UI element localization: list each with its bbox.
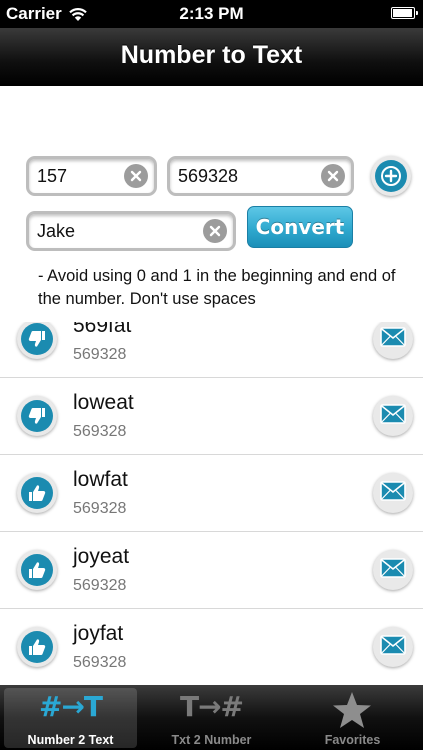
status-bar: Carrier 2:13 PM	[0, 0, 423, 28]
clear-prefix-button[interactable]	[124, 164, 148, 188]
result-word: joyeat	[73, 545, 130, 568]
clear-icon	[130, 170, 142, 182]
email-button[interactable]	[373, 396, 413, 436]
result-row[interactable]: joyfat 569328	[0, 610, 423, 685]
email-button[interactable]	[373, 550, 413, 590]
result-number: 569328	[73, 500, 127, 517]
result-number: 569328	[73, 346, 127, 363]
email-button[interactable]	[373, 627, 413, 667]
star-icon	[333, 692, 371, 728]
clear-icon	[327, 170, 339, 182]
page-title: Number to Text	[120, 41, 303, 69]
result-word: joyfat	[73, 622, 124, 645]
status-time: 2:13 PM	[179, 4, 244, 23]
result-row[interactable]: lowfat 569328	[0, 456, 423, 532]
like-button[interactable]	[17, 627, 57, 667]
tab-text-to-number[interactable]: T→# Txt 2 Number	[141, 685, 282, 750]
result-row[interactable]: joyeat 569328	[0, 533, 423, 609]
number-to-text-icon: #→T	[38, 690, 103, 723]
thumbs-up-icon	[21, 477, 53, 509]
tab-number-to-text[interactable]: #→T Number 2 Text	[0, 685, 141, 750]
prefix-input[interactable]	[37, 159, 118, 193]
number-input[interactable]	[178, 159, 315, 193]
battery-icon	[391, 7, 418, 19]
result-word: lowfat	[73, 468, 128, 491]
add-button[interactable]	[371, 156, 411, 196]
tab-label: Favorites	[324, 733, 381, 747]
mail-icon	[380, 634, 406, 660]
mail-icon	[380, 403, 406, 429]
plus-circle-icon	[375, 160, 407, 192]
convert-button[interactable]: Convert	[247, 206, 353, 248]
like-button[interactable]	[17, 473, 57, 513]
thumbs-down-icon	[21, 400, 53, 432]
email-button[interactable]	[373, 473, 413, 513]
result-row[interactable]: 569fat 569328	[0, 322, 423, 378]
prefix-field[interactable]	[26, 156, 157, 196]
email-button[interactable]	[373, 322, 413, 359]
mail-icon	[380, 326, 406, 352]
result-word: loweat	[73, 391, 134, 414]
clear-icon	[209, 225, 221, 237]
hint-text: - Avoid using 0 and 1 in the beginning a…	[38, 267, 396, 308]
mail-icon	[380, 557, 406, 583]
like-button[interactable]	[17, 550, 57, 590]
result-number: 569328	[73, 423, 127, 440]
result-row[interactable]: loweat 569328	[0, 379, 423, 455]
clear-number-button[interactable]	[321, 164, 345, 188]
battery-fill	[393, 9, 412, 17]
thumbs-down-icon	[21, 323, 53, 355]
text-to-number-icon: T→#	[179, 690, 244, 723]
tab-bar: #→T Number 2 Text T→# Txt 2 Number Favor…	[0, 685, 423, 750]
tab-label: Number 2 Text	[27, 733, 114, 747]
result-number: 569328	[73, 654, 127, 671]
thumbs-up-icon	[21, 554, 53, 586]
thumbs-up-icon	[21, 631, 53, 663]
results-list[interactable]: 569fat 569328 loweat 569328 lowfat 569328 joye…	[0, 322, 423, 685]
tab-label: Txt 2 Number	[171, 733, 252, 747]
tab-favorites[interactable]: Favorites	[282, 685, 423, 750]
navigation-bar: Number to Text	[0, 28, 423, 86]
mail-icon	[380, 480, 406, 506]
dislike-button[interactable]	[17, 396, 57, 436]
number-field[interactable]	[167, 156, 354, 196]
result-word: 569fat	[73, 322, 132, 337]
name-input[interactable]	[37, 214, 197, 248]
clear-name-button[interactable]	[203, 219, 227, 243]
name-field[interactable]	[26, 211, 236, 251]
dislike-button[interactable]	[17, 322, 57, 359]
result-number: 569328	[73, 577, 127, 594]
